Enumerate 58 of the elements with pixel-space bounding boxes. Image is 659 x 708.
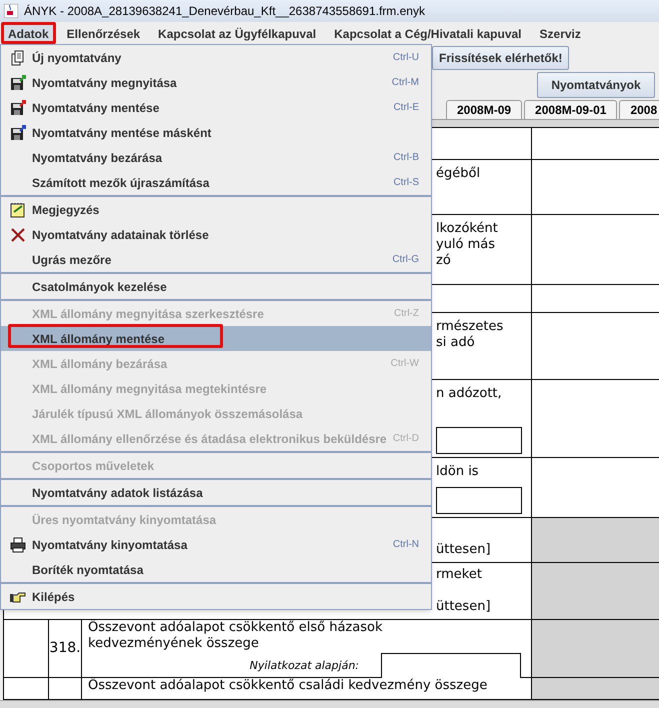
field-label: rmészetes si adó [436, 319, 504, 351]
menu-bar-item[interactable]: Ellenőrzések [60, 22, 148, 44]
documents-icon [10, 50, 26, 66]
menu-item[interactable]: Megjegyzés [1, 197, 431, 222]
shortcut-label: Ctrl-Z [394, 307, 419, 321]
field-label: lkozóként yuló más zó [436, 221, 499, 269]
menu-item[interactable]: Nyomtatvány megnyitása Ctrl-M [1, 70, 431, 95]
shortcut-label: Ctrl-G [392, 253, 419, 267]
shortcut-label: Ctrl-S [393, 176, 419, 190]
input-field[interactable] [436, 427, 522, 454]
field-label: n adózott, [436, 386, 503, 402]
shortcut-label: Ctrl-D [392, 432, 419, 446]
updates-button[interactable]: Frissítések elérhetők! [432, 46, 570, 70]
menu-item[interactable]: XML állomány mentése [1, 326, 431, 351]
field-label: Összevont adóalapot csökkentő első házasok kedvezményének összege [88, 620, 384, 652]
window-title: ÁNYK - 2008A_28139638241_Denevérbau_Kft__2638743558691.frm.enyk [24, 3, 425, 20]
menu-item[interactable]: Számított mezők újraszámítása Ctrl-S [1, 170, 431, 195]
floppy-disk-save-as-icon [10, 124, 26, 140]
input-field[interactable] [436, 487, 522, 514]
menu-item[interactable]: Nyomtatvány adatok listázása [1, 480, 431, 505]
field-label: üttesen] [436, 542, 492, 558]
menu-bar-item[interactable]: Adatok [1, 22, 56, 44]
menu-bar-item[interactable]: Kapcsolat a Cég/Hivatali kapuval [327, 22, 529, 44]
form-tab[interactable]: 2008M-09-01 [524, 100, 618, 119]
menu-item[interactable]: Új nyomtatvány Ctrl-U [1, 45, 431, 70]
menu-item[interactable]: Nyomtatvány adatainak törlése [1, 222, 431, 247]
menu-item[interactable]: Nyomtatvány bezárása Ctrl-B [1, 145, 431, 170]
row-number: 318. [49, 620, 82, 677]
delete-icon [10, 226, 26, 242]
menu-item[interactable]: Nyomtatvány kinyomtatása Ctrl-N [1, 532, 431, 557]
input-field[interactable] [381, 653, 521, 679]
menu-item[interactable]: Csatolmányok kezelése [1, 274, 431, 299]
field-label: ldön is [436, 464, 480, 480]
field-label: égéből [436, 166, 482, 182]
menu-bar-item[interactable]: Szerviz [532, 22, 588, 44]
forms-button[interactable]: Nyomtatványok [537, 72, 655, 98]
menu-bar-item[interactable]: Kapcsolat az Ügyfélkapuval [151, 22, 324, 44]
field-label: Összevont adóalapot csökkentő családi kedvezmény összege [88, 678, 488, 694]
shortcut-label: Ctrl-M [392, 76, 419, 90]
menu-item[interactable]: Nyomtatvány mentése Ctrl-E [1, 95, 431, 120]
input-label: Nyilatkozat alapján: [250, 658, 359, 674]
shortcut-label: Ctrl-B [393, 151, 419, 165]
menu-item[interactable]: Kilépés [1, 584, 431, 609]
menu-item[interactable]: Ugrás mezőre Ctrl-G [1, 247, 431, 272]
floppy-disk-save-icon [10, 100, 26, 116]
form-tab[interactable]: 2008 [619, 100, 659, 119]
coffee-cup-icon [4, 4, 18, 18]
shortcut-label: Ctrl-E [393, 101, 419, 115]
printer-icon [10, 536, 26, 552]
shortcut-label: Ctrl-N [392, 538, 419, 552]
field-label: rmeket [436, 567, 483, 583]
menu-item[interactable]: Nyomtatvány mentése másként [1, 120, 431, 145]
field-label: üttesen] [436, 599, 492, 615]
shortcut-label: Ctrl-U [392, 51, 419, 65]
menu-item[interactable]: Boríték nyomtatása [1, 557, 431, 582]
shortcut-label: Ctrl-W [390, 357, 419, 371]
form-tab[interactable]: 2008M-09 [446, 100, 522, 119]
notepad-icon [10, 202, 26, 218]
